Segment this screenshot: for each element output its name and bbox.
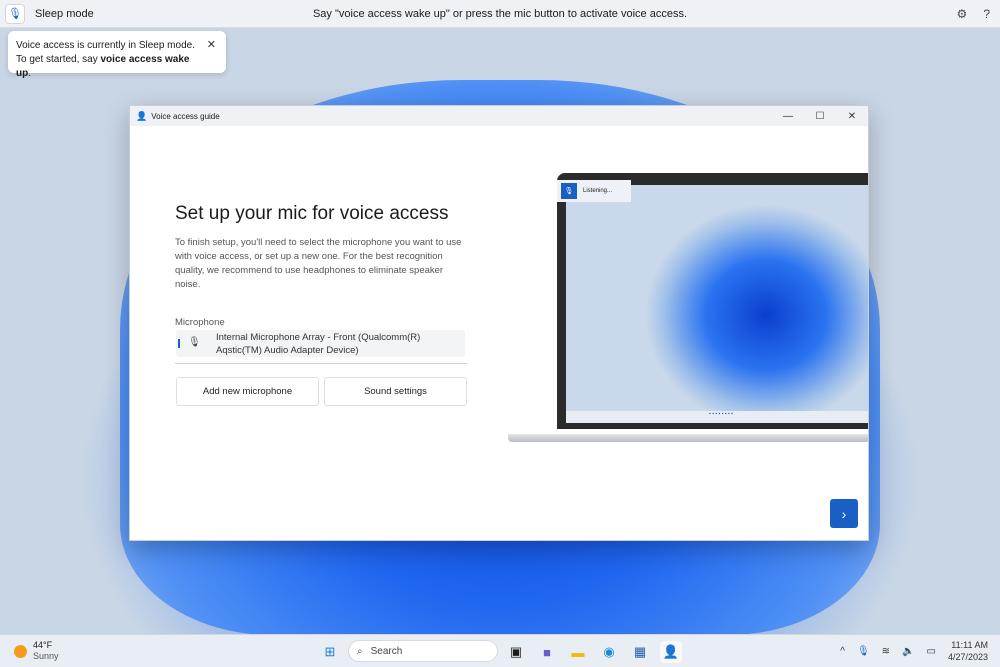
search-box[interactable]: ⌕ Search (348, 640, 498, 662)
voice-access-taskbar-icon[interactable]: 👤 (660, 641, 682, 663)
mic-icon: 🎙 (561, 183, 577, 199)
close-button[interactable]: ✕ (836, 106, 868, 126)
search-label: Search (370, 645, 403, 657)
gear-icon[interactable]: ⚙ (957, 7, 968, 21)
chevron-up-icon[interactable]: ^ (840, 646, 845, 657)
store-icon[interactable]: ▦ (629, 641, 651, 663)
microphone-select[interactable]: 🎙 Internal Microphone Array - Front (Qua… (176, 330, 465, 357)
listening-text: Listening... (583, 188, 613, 194)
hint-text: Say "voice access wake up" or press the … (312, 7, 688, 20)
next-button[interactable]: › (830, 499, 858, 528)
close-icon[interactable]: ✕ (207, 38, 216, 52)
mic-icon[interactable]: 🎙 (857, 646, 870, 657)
voice-access-guide-window: 👤 Voice access guide — ☐ ✕ Set up your mic… (129, 105, 869, 541)
maximize-button[interactable]: ☐ (804, 106, 836, 126)
edge-icon[interactable]: ◉ (598, 641, 620, 663)
sun-icon (14, 644, 27, 658)
teams-icon[interactable]: ■ (536, 641, 558, 663)
mini-taskbar: ▪ ▪ ▪ ▪ ▪ ▪ ▪ ▪ (566, 411, 868, 423)
taskbar: 44°F Sunny ⊞ ⌕ Search ▣ ■ ▬ ◉ ▦ 👤 ^ 🎙 ≋ 🔈 … (0, 634, 1000, 667)
weather-condition: Sunny (33, 651, 59, 661)
laptop-illustration: 🎙 Listening... ▪ ▪ ▪ ▪ ▪ ▪ ▪ ▪ (557, 173, 868, 429)
minimize-button[interactable]: — (772, 106, 804, 126)
battery-icon[interactable]: ▭ (927, 646, 936, 657)
window-title: Voice access guide (151, 111, 220, 121)
system-tray: ^ 🎙 ≋ 🔈 ▭ 11:11 AM 4/27/2023 (840, 639, 988, 663)
tooltip-end: . (28, 68, 31, 79)
start-button[interactable]: ⊞ (319, 641, 341, 663)
listening-indicator: 🎙 Listening... (557, 180, 631, 202)
help-icon[interactable]: ? (983, 7, 990, 21)
microphone-label: Microphone (175, 317, 225, 328)
sound-settings-button[interactable]: Sound settings (324, 377, 467, 406)
wifi-icon[interactable]: ≋ (882, 646, 890, 657)
voice-access-icon: 👤 (136, 110, 148, 121)
description: To finish setup, you'll need to select t… (175, 237, 462, 290)
temperature: 44°F (33, 640, 53, 650)
laptop-base (508, 434, 868, 442)
chevron-right-icon: › (841, 505, 847, 522)
divider (175, 363, 467, 364)
laptop-screen: 🎙 Listening... ▪ ▪ ▪ ▪ ▪ ▪ ▪ ▪ (557, 180, 868, 423)
page-title: Set up your mic for voice access (175, 203, 449, 224)
sleep-tooltip: Voice access is currently in Sleep mode.… (8, 31, 226, 79)
weather-widget[interactable]: 44°F Sunny (14, 640, 59, 662)
date: 4/27/2023 (947, 652, 988, 662)
volume-icon[interactable]: 🔈 (902, 646, 914, 657)
voice-access-bar: 🎙 Sleep mode Say "voice access wake up" … (0, 0, 1000, 28)
add-new-microphone-button[interactable]: Add new microphone (176, 377, 319, 406)
time: 11:11 AM (951, 640, 988, 650)
search-icon: ⌕ (357, 645, 363, 657)
microphone-value: Internal Microphone Array - Front (Qualc… (216, 332, 421, 356)
mic-icon: 🎙 (8, 8, 22, 20)
clock[interactable]: 11:11 AM 4/27/2023 (948, 639, 988, 663)
mic-button[interactable]: 🎙 (5, 3, 25, 24)
mode-label: Sleep mode (35, 7, 94, 20)
selection-indicator (178, 339, 180, 348)
mic-icon: 🎙 (188, 337, 201, 348)
file-explorer-icon[interactable]: ▬ (567, 641, 589, 663)
title-bar: 👤 Voice access guide — ☐ ✕ (130, 106, 868, 126)
task-view-icon[interactable]: ▣ (505, 641, 527, 663)
